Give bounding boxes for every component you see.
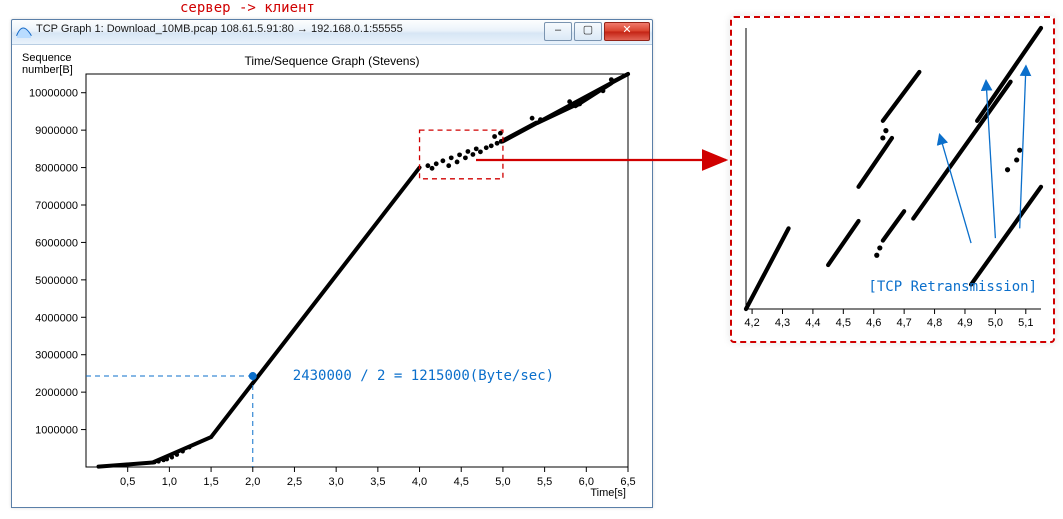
svg-text:4,6: 4,6 [866,317,881,329]
svg-text:4,7: 4,7 [896,317,911,329]
zoom-arrow [476,140,736,180]
svg-text:7000000: 7000000 [35,200,78,212]
svg-text:4,9: 4,9 [957,317,972,329]
svg-text:3,5: 3,5 [370,476,385,488]
svg-text:4,0: 4,0 [412,476,427,488]
svg-text:5,5: 5,5 [537,476,552,488]
window-controls: – ▢ ✕ [544,22,650,41]
throughput-annotation: 2430000 / 2 = 1215000(Byte/sec) [293,368,554,384]
svg-text:6,0: 6,0 [579,476,594,488]
maximize-button[interactable]: ▢ [574,22,602,41]
svg-text:9000000: 9000000 [35,125,78,137]
svg-text:2,0: 2,0 [245,476,260,488]
zoom-panel: 4,2 4,3 4,4 4,5 4,6 4,7 4,8 4,9 5,0 5,1 [TCP Retr… [730,16,1055,343]
zoom-inner: 4,2 4,3 4,4 4,5 4,6 4,7 4,8 4,9 5,0 5,1 [TCP Retr… [738,24,1047,335]
svg-text:4,2: 4,2 [744,317,759,329]
svg-text:8000000: 8000000 [35,163,78,175]
svg-text:5,0: 5,0 [495,476,510,488]
title-bar[interactable]: TCP Graph 1: Download_10MB.pcap 108.61.5… [12,20,652,45]
svg-text:3,0: 3,0 [329,476,344,488]
svg-text:4,5: 4,5 [454,476,469,488]
svg-text:5,0: 5,0 [988,317,1003,329]
svg-text:6,5: 6,5 [620,476,635,488]
wireshark-graph-window: TCP Graph 1: Download_10MB.pcap 108.61.5… [11,19,653,508]
svg-text:4,8: 4,8 [927,317,942,329]
svg-text:3000000: 3000000 [35,350,78,362]
svg-text:1,0: 1,0 [162,476,177,488]
svg-text:4,5: 4,5 [836,317,851,329]
window-title: TCP Graph 1: Download_10MB.pcap 108.61.5… [36,23,403,35]
svg-text:4000000: 4000000 [35,312,78,324]
svg-text:4,4: 4,4 [805,317,820,329]
page: сервер -> клиент TCP Graph 1: Download_1… [0,0,1063,519]
svg-text:0,5: 0,5 [120,476,135,488]
chart-area[interactable]: Sequencenumber[B] Time/Sequence Graph (S… [12,44,652,507]
svg-text:10000000: 10000000 [29,88,78,100]
svg-text:2,5: 2,5 [287,476,302,488]
svg-text:6000000: 6000000 [35,237,78,249]
close-button[interactable]: ✕ [604,22,650,41]
svg-text:5000000: 5000000 [35,275,78,287]
svg-text:2000000: 2000000 [35,387,78,399]
retransmission-annotation: [TCP Retransmission] [868,279,1037,295]
main-plot: 1000000 2000000 3000000 4000000 5000000 60000… [12,44,652,507]
svg-text:1,5: 1,5 [203,476,218,488]
svg-text:4,3: 4,3 [775,317,790,329]
svg-text:5,1: 5,1 [1018,317,1033,329]
flow-direction-label: сервер -> клиент [180,0,315,16]
minimize-button[interactable]: – [544,22,572,41]
svg-text:1000000: 1000000 [35,425,78,437]
wireshark-icon [16,23,32,39]
